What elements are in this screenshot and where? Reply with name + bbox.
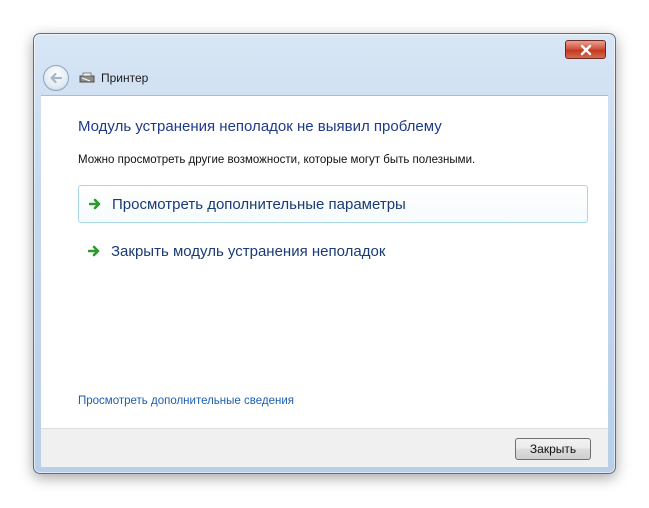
window-title: Принтер — [101, 71, 149, 85]
printer-icon — [79, 72, 95, 83]
green-arrow-icon — [89, 198, 101, 210]
troubleshooter-window: Принтер Модуль устранения неполадок не в… — [33, 33, 616, 474]
command-label: Просмотреть дополнительные параметры — [112, 195, 406, 213]
window-title-bar: Принтер — [79, 68, 148, 88]
content-pane: Модуль устранения неполадок не выявил пр… — [41, 95, 608, 428]
close-button[interactable]: Закрыть — [515, 438, 591, 460]
close-troubleshooter-command[interactable]: Закрыть модуль устранения неполадок — [78, 232, 588, 270]
close-icon — [580, 44, 591, 55]
command-label: Закрыть модуль устранения неполадок — [111, 242, 386, 260]
back-arrow-icon — [50, 72, 63, 84]
window-close-button[interactable] — [565, 40, 606, 59]
page-description: Можно просмотреть другие возможности, ко… — [78, 154, 476, 166]
page-title: Модуль устранения неполадок не выявил пр… — [78, 118, 442, 135]
view-more-options-command[interactable]: Просмотреть дополнительные параметры — [78, 185, 588, 223]
back-button[interactable] — [43, 65, 69, 91]
green-arrow-icon — [88, 245, 100, 257]
dialog-footer: Закрыть — [41, 428, 608, 467]
more-info-link[interactable]: Просмотреть дополнительные сведения — [78, 395, 294, 407]
